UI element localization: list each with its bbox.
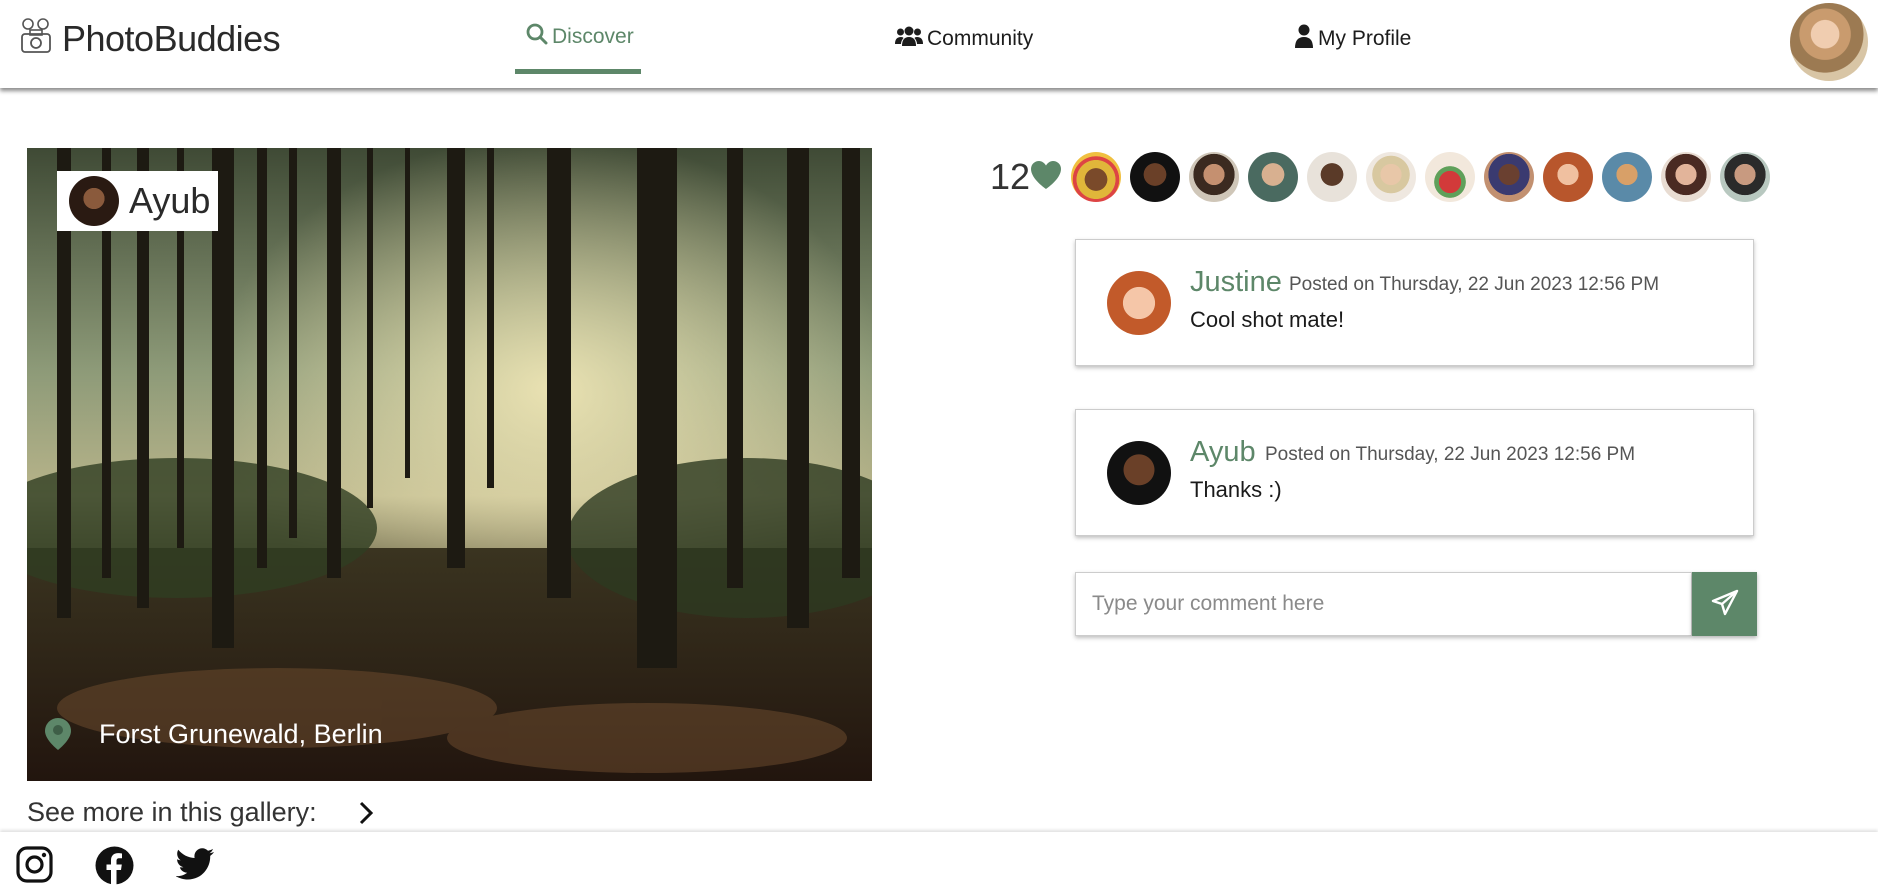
- liker-avatar[interactable]: [1484, 152, 1535, 202]
- like-count: 12: [990, 156, 1031, 197]
- send-icon: [1711, 589, 1739, 620]
- comment-date: Posted on Thursday, 22 Jun 2023 12:56 PM: [1289, 274, 1660, 295]
- send-comment-button[interactable]: [1692, 572, 1757, 636]
- post-author-chip[interactable]: Ayub: [57, 171, 218, 231]
- nav-profile-label: My Profile: [1318, 27, 1412, 50]
- nav-discover-label: Discover: [552, 25, 634, 48]
- comment-text: Cool shot mate!: [1190, 307, 1345, 332]
- top-navbar: PhotoBuddies Discover Community My Profi…: [0, 0, 1878, 88]
- active-tab-indicator: [515, 69, 641, 74]
- nav-my-profile[interactable]: My Profile: [1294, 20, 1411, 58]
- location-pin-icon: [45, 718, 71, 750]
- comment-input[interactable]: [1075, 572, 1692, 636]
- post-author-name: Ayub: [129, 180, 211, 221]
- camera-logo-icon: [16, 16, 56, 61]
- comment-card: Ayub Posted on Thursday, 22 Jun 2023 12:…: [1075, 409, 1754, 536]
- forest-image: [27, 148, 872, 781]
- comment-text: Thanks :): [1190, 477, 1282, 502]
- author-avatar: [69, 176, 119, 226]
- brand-logo[interactable]: PhotoBuddies: [16, 16, 281, 61]
- facebook-icon[interactable]: [95, 846, 134, 890]
- liker-avatar[interactable]: [1189, 152, 1240, 202]
- comment-avatar[interactable]: [1107, 441, 1171, 505]
- liker-avatar[interactable]: [1425, 152, 1476, 202]
- comment-author[interactable]: Justine: [1190, 266, 1282, 299]
- search-icon: [526, 23, 552, 51]
- heart-icon[interactable]: [1030, 160, 1062, 195]
- liker-avatar[interactable]: [1543, 152, 1594, 202]
- comment-avatar[interactable]: [1107, 271, 1171, 335]
- location-label: Forst Grunewald, Berlin: [99, 718, 383, 749]
- liker-avatar[interactable]: [1307, 152, 1358, 202]
- liker-avatar[interactable]: [1602, 152, 1653, 202]
- nav-discover[interactable]: Discover: [526, 18, 634, 56]
- post-photo[interactable]: Ayub Forst Grunewald, Berlin: [27, 148, 872, 781]
- see-more-label: See more in this gallery:: [27, 797, 317, 827]
- user-icon: [1294, 24, 1318, 54]
- post-location: Forst Grunewald, Berlin: [45, 718, 383, 750]
- users-icon: [895, 25, 927, 53]
- comment-date: Posted on Thursday, 22 Jun 2023 12:56 PM: [1265, 444, 1636, 465]
- comment-author[interactable]: Ayub: [1190, 436, 1256, 469]
- nav-community[interactable]: Community: [895, 20, 1033, 58]
- liker-avatar[interactable]: [1366, 152, 1417, 202]
- comment-card: Justine Posted on Thursday, 22 Jun 2023 …: [1075, 239, 1754, 366]
- footer: [0, 832, 1878, 891]
- likes-bar: 12: [990, 152, 1771, 202]
- brand-name: PhotoBuddies: [62, 17, 281, 59]
- see-more-gallery[interactable]: See more in this gallery:: [27, 797, 374, 828]
- nav-community-label: Community: [927, 27, 1034, 50]
- instagram-icon[interactable]: [16, 846, 53, 888]
- comment-form: [1075, 572, 1758, 636]
- liker-avatar[interactable]: [1130, 152, 1181, 202]
- liker-avatar[interactable]: [1720, 152, 1771, 202]
- twitter-icon[interactable]: [175, 848, 215, 886]
- liker-avatar[interactable]: [1071, 152, 1122, 202]
- chevron-right-icon[interactable]: [357, 799, 375, 834]
- liker-avatar[interactable]: [1248, 152, 1299, 202]
- liker-avatar[interactable]: [1661, 152, 1712, 202]
- current-user-avatar[interactable]: [1790, 3, 1868, 81]
